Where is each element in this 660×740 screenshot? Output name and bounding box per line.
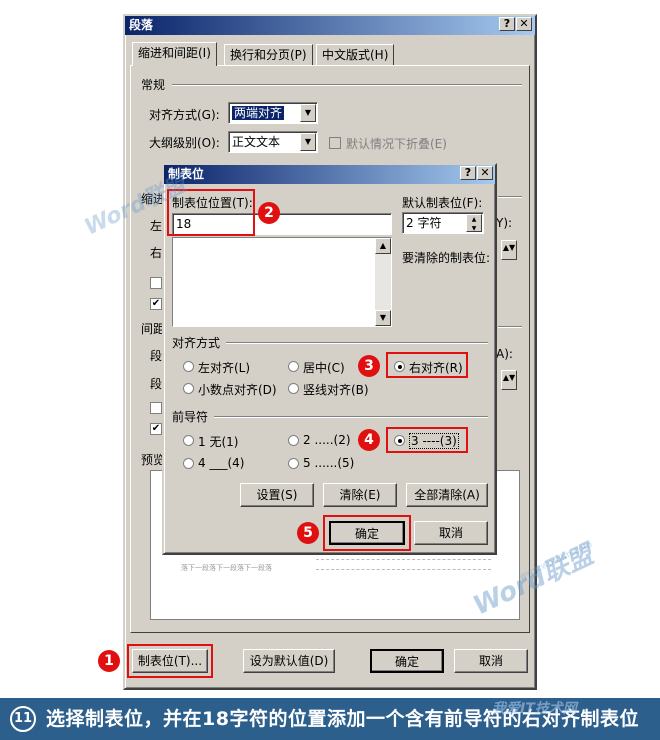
clear-button[interactable]: 清除(E) (323, 483, 397, 507)
step-badge-4: 4 (358, 429, 380, 451)
preview-text: 落下一段落下一段落下一段落 (181, 564, 272, 572)
outline-level-select[interactable]: 正文文本 ▼ (228, 131, 318, 153)
tab-label: 换行和分页(P) (230, 48, 307, 62)
left-indent-partial: 左 (150, 219, 163, 233)
radio-leader-none-label: 1 无(1) (198, 435, 239, 449)
step-badge-1: 1 (98, 650, 120, 672)
divider (498, 196, 522, 198)
default-tab-input[interactable]: 2 字符 ▲ ▼ (402, 212, 484, 234)
step-badge-3: 3 (358, 355, 380, 377)
tabs-cancel-button-label: 取消 (438, 526, 463, 540)
alignment-group-label: 对齐方式 (172, 336, 221, 350)
right-indent-partial: 右 (150, 246, 163, 260)
tabs-cancel-button[interactable]: 取消 (414, 521, 488, 545)
caption-site-watermark: 我爱IT技术网 (492, 701, 577, 717)
clear-all-button[interactable]: 全部清除(A) (406, 483, 488, 507)
line-spacing-partial: A): (496, 347, 513, 361)
list-scrollbar[interactable]: ▲ ▼ (375, 238, 391, 326)
step-badge-2: 2 (258, 202, 280, 224)
divider (498, 326, 522, 328)
after-spacing-partial: 段 (150, 377, 163, 391)
highlight-leader (386, 427, 468, 453)
radio-leader-none[interactable] (183, 435, 194, 446)
radio-bar[interactable] (288, 383, 299, 394)
set-default-button[interactable]: 设为默认值(D) (243, 649, 335, 673)
ok-button-label: 确定 (394, 655, 419, 669)
tab-asian-typography[interactable]: 中文版式(H) (316, 44, 395, 66)
step-number-badge: 11 (10, 706, 36, 732)
outline-level-value: 正文文本 (232, 135, 281, 149)
set-default-button-label: 设为默认值(D) (249, 654, 329, 668)
radio-left-label: 左对齐(L) (198, 361, 251, 375)
scroll-down-icon[interactable]: ▼ (375, 310, 391, 326)
default-tab-label: 默认制表位(F): (402, 196, 483, 210)
checkbox-checked[interactable]: ✔ (150, 298, 162, 310)
radio-left[interactable] (183, 361, 194, 372)
leader-group-label: 前导符 (172, 410, 209, 424)
radio-leader-dots[interactable] (288, 435, 299, 446)
radio-decimal-label: 小数点对齐(D) (198, 383, 277, 397)
cancel-button[interactable]: 取消 (454, 649, 528, 673)
clear-tabs-label: 要清除的制表位: (402, 251, 491, 265)
highlight-ok (323, 515, 411, 551)
tab-label: 缩进和间距(I) (138, 46, 211, 60)
highlight-right-align (386, 352, 468, 378)
tab-label: 中文版式(H) (322, 48, 389, 62)
paragraph-dialog-titlebar[interactable]: 段落 (125, 16, 535, 35)
checkbox[interactable] (150, 277, 162, 289)
clear-button-label: 清除(E) (339, 488, 381, 502)
spinner-icon[interactable]: ▲▼ (501, 240, 517, 260)
set-button-label: 设置(S) (256, 488, 298, 502)
radio-bar-label: 竖线对齐(B) (303, 383, 369, 397)
alignment-select[interactable]: 两端对齐 ▼ (228, 102, 318, 124)
close-button[interactable]: ✕ (477, 166, 493, 180)
outline-level-label: 大纲级别(O): (149, 136, 220, 150)
step-badge-5: 5 (297, 522, 319, 544)
divider (214, 416, 488, 418)
close-button[interactable]: ✕ (516, 17, 532, 31)
tabs-dialog-titlebar[interactable]: 制表位 (164, 165, 495, 184)
step-number: 11 (13, 711, 33, 726)
clear-all-button-label: 全部清除(A) (414, 488, 480, 502)
alignment-label: 对齐方式(G): (149, 108, 220, 122)
divider (172, 84, 522, 86)
ok-button[interactable]: 确定 (370, 649, 444, 673)
radio-decimal[interactable] (183, 383, 194, 394)
collapse-checkbox[interactable] (329, 137, 341, 149)
set-button[interactable]: 设置(S) (240, 483, 314, 507)
tab-line-page-break[interactable]: 换行和分页(P) (224, 44, 313, 66)
tab-indent-spacing[interactable]: 缩进和间距(I) (132, 42, 217, 66)
scroll-up-icon[interactable]: ▲ (375, 238, 391, 254)
radio-leader-dots-label: 2 .....(2) (303, 433, 351, 447)
alignment-value: 两端对齐 (232, 106, 285, 120)
spinner-icon[interactable]: ▲▼ (466, 214, 482, 232)
chevron-down-icon[interactable]: ▼ (300, 133, 316, 151)
chevron-down-icon[interactable]: ▼ (300, 104, 316, 122)
tab-stop-list[interactable]: ▲ ▼ (172, 237, 392, 327)
spinner-icon[interactable]: ▲▼ (501, 370, 517, 390)
radio-leader-middot-label: 5 ......(5) (303, 456, 355, 470)
radio-center-label: 居中(C) (303, 361, 345, 375)
highlight-tabs-button (127, 644, 213, 678)
cancel-button-label: 取消 (478, 654, 503, 668)
collapse-label: 默认情况下折叠(E) (346, 137, 447, 151)
paragraph-dialog-title: 段落 (129, 18, 154, 32)
checkbox[interactable] (150, 402, 162, 414)
divider (226, 342, 488, 344)
radio-leader-middot[interactable] (288, 458, 299, 469)
help-button[interactable]: ? (499, 17, 515, 31)
special-indent-partial: Y): (496, 216, 513, 230)
before-spacing-partial: 段 (150, 349, 163, 363)
preview-line (316, 569, 491, 570)
radio-center[interactable] (288, 361, 299, 372)
radio-leader-underline[interactable] (183, 458, 194, 469)
default-tab-value: 2 字符 (406, 216, 442, 230)
checkbox-checked[interactable]: ✔ (150, 423, 162, 435)
preview-line (316, 559, 491, 560)
help-button[interactable]: ? (460, 166, 476, 180)
radio-leader-underline-label: 4 ___(4) (198, 456, 245, 470)
section-general-label: 常规 (141, 78, 166, 92)
caption-bar: 11 选择制表位，并在18字符的位置添加一个含有前导符的右对齐制表位 我爱IT技… (0, 698, 660, 740)
